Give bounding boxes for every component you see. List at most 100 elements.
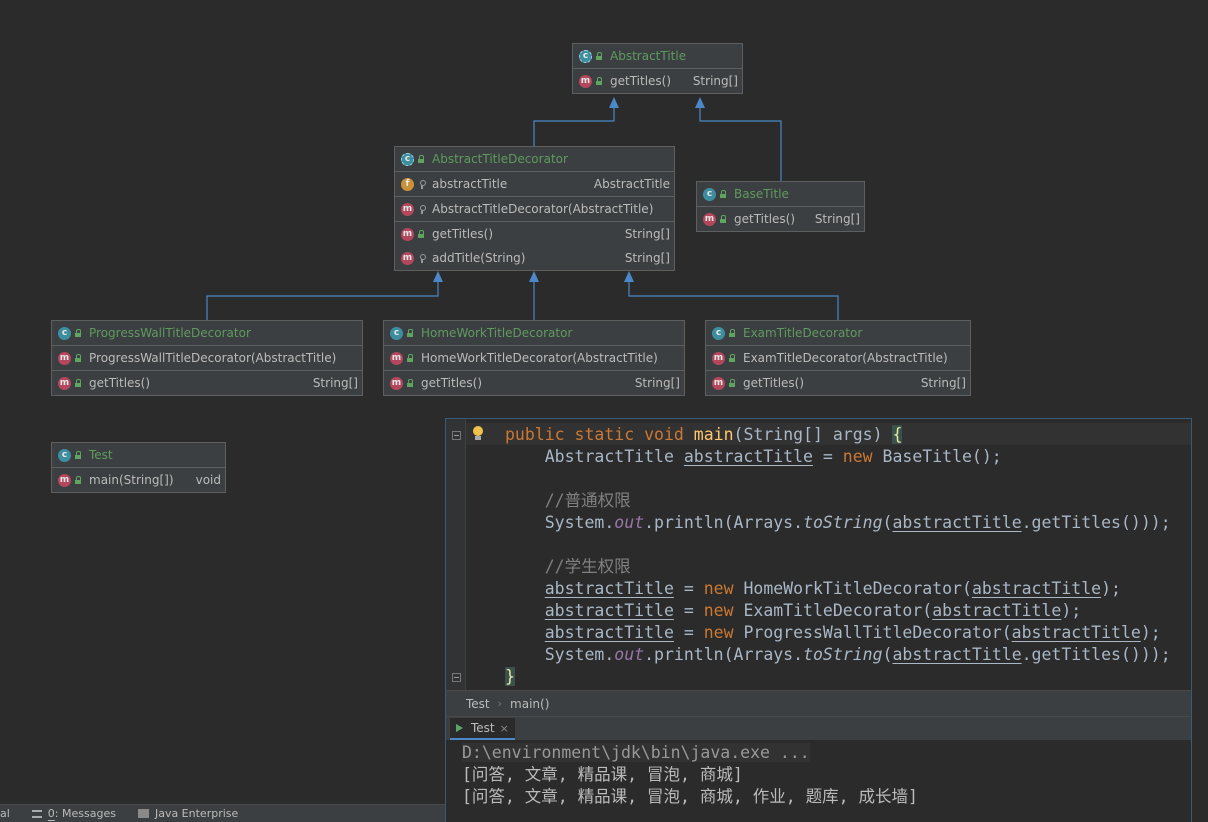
member-row[interactable]: m ProgressWallTitleDecorator(AbstractTitl…	[52, 346, 362, 370]
params: (String[] args)	[733, 425, 893, 444]
member-section: m ExamTitleDecorator(AbstractTitle)	[706, 346, 970, 371]
class-header[interactable]: c HomeWorkTitleDecorator	[384, 321, 684, 346]
editor-gutter	[446, 419, 466, 690]
console-line: [问答, 文章, 精品课, 冒泡, 商城, 作业, 题库, 成长墙]	[462, 787, 918, 806]
breadcrumb-method[interactable]: main()	[510, 697, 549, 711]
terminal-tool-button[interactable]: al	[0, 807, 10, 820]
class-box-abstract-title-decorator[interactable]: c AbstractTitleDecorator f abstractTitle Abs…	[394, 146, 675, 271]
method-icon: m	[401, 227, 414, 241]
class-box-home-work-title-decorator[interactable]: c HomeWorkTitleDecorator m HomeWorkTitleDec…	[383, 320, 685, 396]
member-row[interactable]: m HomeWorkTitleDecorator(AbstractTitle)	[384, 346, 684, 370]
member-row[interactable]: m main(String[]) void	[52, 468, 225, 492]
member-type: String[]	[624, 227, 670, 241]
class-box-progress-wall-title-decorator[interactable]: c ProgressWallTitleDecorator m ProgressWall…	[51, 320, 363, 396]
constructor-call: ProgressWallTitleDecorator(	[733, 623, 1012, 642]
run-console[interactable]: D:\environment\jdk\bin\java.exe ... [问答, …	[445, 740, 1192, 822]
public-visibility-icon	[406, 328, 415, 338]
member-section: m ProgressWallTitleDecorator(AbstractTitl…	[52, 346, 362, 371]
variable: abstractTitle	[544, 601, 674, 620]
console-command[interactable]: D:\environment\jdk\bin\java.exe ...	[462, 743, 810, 762]
code-text[interactable]: public static void main(String[] args) {…	[505, 424, 1171, 688]
arrowhead	[695, 97, 705, 108]
class-header[interactable]: c Test	[52, 443, 225, 468]
fold-marker-icon[interactable]	[452, 431, 461, 440]
variable: abstractTitle	[544, 579, 674, 598]
method-icon: m	[579, 74, 592, 88]
member-name: addTitle(String)	[432, 251, 526, 265]
member-row[interactable]: m getTitles() String[]	[395, 222, 674, 246]
console-line: [问答, 文章, 精品课, 冒泡, 商城]	[462, 765, 743, 784]
member-name: AbstractTitleDecorator(AbstractTitle)	[432, 202, 654, 216]
fold-marker-icon[interactable]	[452, 673, 461, 682]
class-header[interactable]: c BaseTitle	[697, 182, 864, 207]
keyword: new	[703, 601, 734, 620]
messages-tool-button[interactable]: 0: Messages	[31, 807, 116, 820]
variable: abstractTitle	[892, 513, 1022, 532]
variable: abstractTitle	[683, 447, 813, 466]
member-section: f abstractTitle AbstractTitle	[395, 172, 674, 197]
variable: abstractTitle	[544, 623, 674, 642]
public-visibility-icon	[728, 328, 737, 338]
member-row[interactable]: m getTitles() String[]	[52, 371, 362, 395]
edge-basetitle-to-abstracttitle	[699, 108, 782, 181]
field-icon: f	[401, 177, 414, 191]
run-tab-test[interactable]: Test ×	[450, 718, 515, 740]
member-section: m getTitles() String[]	[52, 371, 362, 395]
public-visibility-icon	[728, 378, 737, 388]
variable: abstractTitle	[932, 601, 1062, 620]
member-row[interactable]: m addTitle(String) String[]	[395, 246, 674, 270]
constructor-call: BaseTitle();	[872, 447, 1002, 466]
class-box-exam-title-decorator[interactable]: c ExamTitleDecorator m ExamTitleDecorator(A…	[705, 320, 971, 396]
member-row[interactable]: f abstractTitle AbstractTitle	[395, 172, 674, 196]
member-row[interactable]: m AbstractTitleDecorator(AbstractTitle)	[395, 197, 674, 221]
class-header[interactable]: c ExamTitleDecorator	[706, 321, 970, 346]
class-name: AbstractTitleDecorator	[432, 152, 568, 166]
lightbulb-icon[interactable]	[472, 426, 484, 442]
code-editor[interactable]: public static void main(String[] args) {…	[445, 418, 1192, 690]
code-token: .println(Arrays.	[644, 513, 804, 532]
member-type: String[]	[624, 251, 670, 265]
operator: =	[673, 623, 704, 642]
code-token: System.	[544, 513, 615, 532]
class-header[interactable]: c AbstractTitle	[573, 44, 742, 69]
console-line: D:\environment\jdk\bin\java.exe ...	[462, 742, 1191, 764]
member-row[interactable]: m getTitles() String[]	[573, 69, 742, 93]
method-icon: m	[390, 351, 403, 365]
member-type: String[]	[814, 212, 860, 226]
member-row[interactable]: m getTitles() String[]	[384, 371, 684, 395]
class-box-test[interactable]: c Test m main(String[]) void	[51, 442, 226, 493]
messages-mnemonic: 0	[47, 807, 55, 820]
close-icon[interactable]: ×	[500, 722, 509, 735]
java-enterprise-label: Java Enterprise	[154, 807, 239, 820]
member-type: String[]	[634, 376, 680, 390]
class-box-abstract-title[interactable]: c AbstractTitle m getTitles() String[]	[572, 43, 743, 94]
method-icon: m	[58, 351, 71, 365]
class-box-base-title[interactable]: c BaseTitle m getTitles() String[]	[696, 181, 865, 232]
arrowhead	[529, 271, 539, 282]
run-icon	[456, 723, 466, 733]
public-visibility-icon	[719, 214, 728, 224]
abstract-class-icon: c	[579, 49, 592, 63]
java-enterprise-tool-button[interactable]: Java Enterprise	[137, 807, 239, 820]
class-header[interactable]: c ProgressWallTitleDecorator	[52, 321, 362, 346]
member-row[interactable]: m getTitles() String[]	[697, 207, 864, 231]
member-section: m getTitles() String[]	[573, 69, 742, 93]
edge-decorator-to-abstracttitle	[533, 108, 615, 146]
class-name: BaseTitle	[734, 187, 789, 201]
breadcrumb-class[interactable]: Test	[466, 697, 490, 711]
method-icon: m	[58, 473, 71, 487]
public-visibility-icon	[417, 229, 426, 239]
class-header[interactable]: c AbstractTitleDecorator	[395, 147, 674, 172]
member-section: m getTitles() String[]	[706, 371, 970, 395]
member-row[interactable]: m getTitles() String[]	[706, 371, 970, 395]
code-token: System.	[544, 645, 615, 664]
public-visibility-icon	[406, 353, 415, 363]
keyword: new	[842, 447, 873, 466]
arrowhead	[433, 271, 443, 282]
public-visibility-icon	[406, 378, 415, 388]
member-name: abstractTitle	[432, 177, 508, 191]
constructor-call: ExamTitleDecorator(	[733, 601, 933, 620]
member-row[interactable]: m ExamTitleDecorator(AbstractTitle)	[706, 346, 970, 370]
member-name: getTitles()	[89, 376, 151, 390]
code-token: );	[1061, 601, 1082, 620]
